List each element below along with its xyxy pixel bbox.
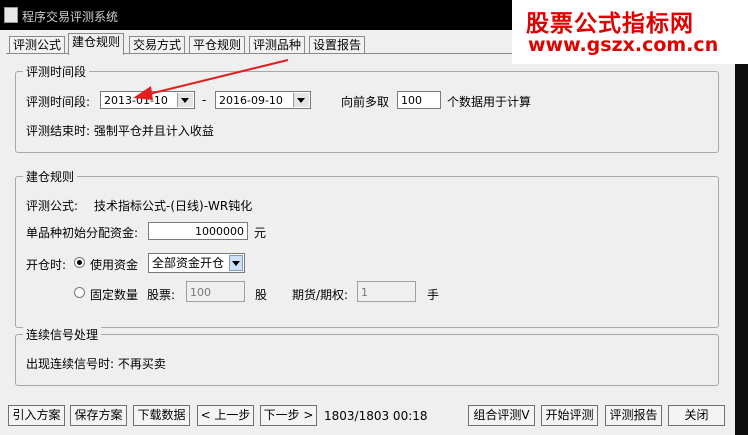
annotation-arrow-icon <box>133 59 289 100</box>
tab-build-rules[interactable]: 建仓规则 <box>68 33 125 55</box>
